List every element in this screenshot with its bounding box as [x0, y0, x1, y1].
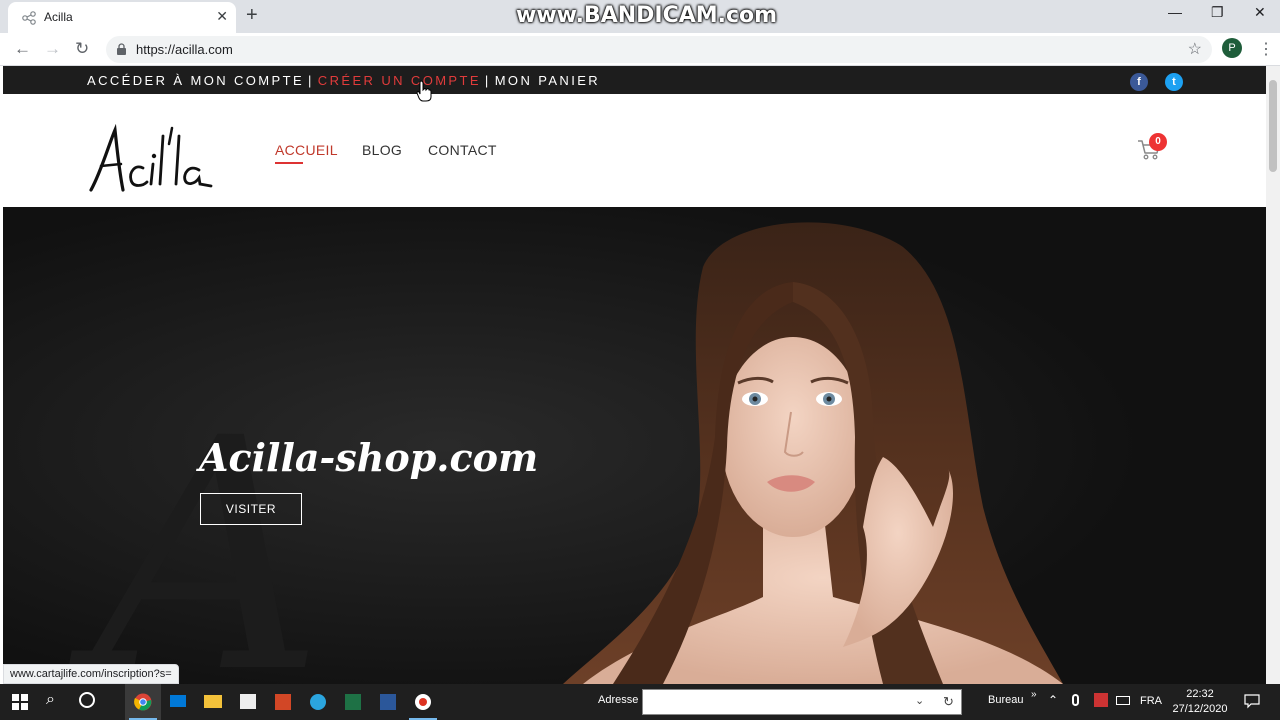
bookmark-star-icon[interactable]: ☆	[1188, 39, 1202, 59]
cart-link[interactable]: MON PANIER	[495, 73, 600, 88]
hero-banner: A Acilla-shop.com VISITER	[3, 207, 1266, 684]
topbar-links: ACCÉDER À MON COMPTE | CRÉER UN COMPTE | MON…	[87, 73, 600, 88]
address-toolbar-input[interactable]: ⌄ ↻	[642, 689, 962, 715]
page-scrollbar[interactable]	[1266, 66, 1280, 684]
forward-icon[interactable]: →	[44, 39, 61, 59]
facebook-icon[interactable]: f	[1130, 73, 1148, 91]
taskbar-excel-icon[interactable]	[335, 684, 371, 720]
address-bar[interactable]: https://acilla.com ☆	[106, 36, 1212, 63]
hero-background-image: A	[3, 207, 1266, 684]
account-link[interactable]: ACCÉDER À MON COMPTE	[87, 73, 304, 88]
profile-avatar[interactable]: P	[1222, 38, 1242, 58]
taskbar-bandicam-icon[interactable]	[405, 684, 441, 720]
status-bubble: www.cartajlife.com/inscription?s=	[3, 664, 179, 684]
browser-tab-strip: Acilla ✕ + www.BANDICAM.com — ❐ ✕	[0, 0, 1280, 33]
web-page: ACCÉDER À MON COMPTE | CRÉER UN COMPTE | MON…	[3, 66, 1266, 684]
tray-expand-icon[interactable]: ⌃	[1048, 693, 1058, 707]
tab-close-icon[interactable]: ✕	[216, 8, 228, 25]
twitter-icon[interactable]: t	[1165, 73, 1183, 91]
taskbar-mail-icon[interactable]	[160, 684, 196, 720]
svg-text:A: A	[68, 371, 324, 684]
taskbar-word-icon[interactable]	[370, 684, 406, 720]
url-text: https://acilla.com	[136, 42, 233, 57]
minimize-icon[interactable]: —	[1168, 4, 1182, 20]
maximize-icon[interactable]: ❐	[1211, 4, 1224, 21]
hero-title: Acilla-shop.com	[199, 435, 539, 480]
windows-start-icon[interactable]	[12, 694, 28, 710]
lock-icon	[117, 43, 126, 55]
browser-menu-icon[interactable]: ⋮	[1258, 39, 1274, 59]
back-icon[interactable]: ←	[14, 39, 31, 59]
cart-count-badge: 0	[1149, 133, 1167, 151]
toolbar-expand-icon[interactable]: »	[1031, 689, 1037, 700]
reload-icon[interactable]: ↻	[75, 39, 89, 59]
separator: |	[308, 73, 314, 88]
cortana-icon[interactable]	[79, 692, 95, 708]
close-window-icon[interactable]: ✕	[1254, 4, 1266, 21]
site-logo[interactable]	[87, 124, 213, 196]
taskbar-chrome-icon[interactable]	[125, 684, 161, 720]
system-clock[interactable]: 22:32 27/12/2020	[1172, 687, 1228, 717]
chrome-icon	[134, 693, 152, 711]
clock-time: 22:32	[1186, 688, 1214, 700]
taskbar-store-icon[interactable]	[230, 684, 266, 720]
address-toolbar-label: Adresse	[598, 694, 639, 706]
microphone-icon[interactable]	[1072, 694, 1079, 706]
tab-title: Acilla	[44, 10, 73, 24]
taskbar-explorer-icon[interactable]	[195, 684, 231, 720]
bandicam-watermark: www.BANDICAM.com	[516, 3, 778, 28]
visit-button[interactable]: VISITER	[200, 493, 302, 525]
language-indicator[interactable]: FRA	[1140, 695, 1162, 707]
taskbar-powerpoint-icon[interactable]	[265, 684, 301, 720]
new-tab-button[interactable]: +	[246, 4, 258, 27]
taskbar-edge-icon[interactable]	[300, 684, 336, 720]
clock-date: 27/12/2020	[1172, 703, 1228, 715]
desktop-toolbar-label[interactable]: Bureau	[988, 694, 1023, 706]
create-account-link[interactable]: CRÉER UN COMPTE	[318, 73, 481, 88]
chevron-down-icon[interactable]: ⌄	[915, 694, 924, 707]
browser-tab[interactable]: Acilla ✕	[8, 2, 236, 33]
windows-taskbar: ⌕ Adresse ⌄ ↻ Bureau » ⌃ FRA 22:32 27/12…	[0, 684, 1280, 720]
nav-contact[interactable]: CONTACT	[428, 142, 497, 158]
share-icon	[22, 11, 36, 25]
site-header: ACCUEIL BLOG CONTACT 0	[3, 94, 1266, 207]
nav-accueil[interactable]: ACCUEIL	[275, 142, 338, 158]
search-icon[interactable]: ⌕	[46, 691, 55, 709]
nav-blog[interactable]: BLOG	[362, 142, 402, 158]
tray-app-icon[interactable]	[1094, 693, 1108, 707]
notification-center-icon[interactable]	[1244, 693, 1260, 709]
go-refresh-icon[interactable]: ↻	[943, 694, 954, 710]
hand-cursor-icon	[416, 80, 432, 102]
separator: |	[484, 73, 491, 88]
active-nav-underline	[275, 162, 303, 164]
site-topbar: ACCÉDER À MON COMPTE | CRÉER UN COMPTE | MON…	[3, 66, 1266, 94]
scrollbar-thumb[interactable]	[1269, 80, 1277, 172]
battery-icon[interactable]	[1116, 696, 1130, 705]
browser-toolbar: ← → ↻ https://acilla.com ☆ P ⋮	[0, 33, 1280, 66]
